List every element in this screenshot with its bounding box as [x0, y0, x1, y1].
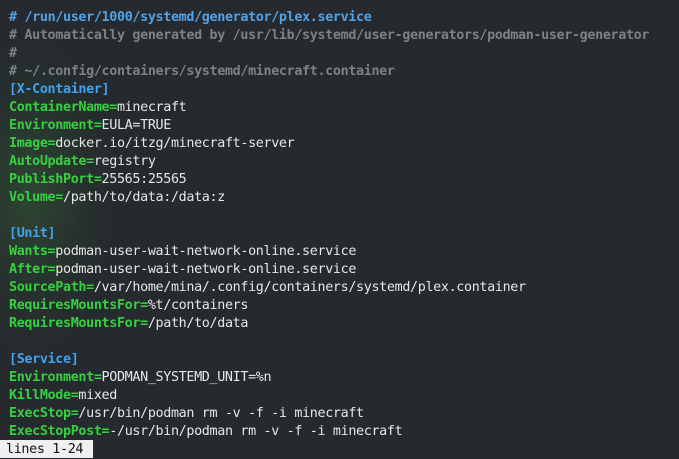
- config-value: registry: [93, 154, 156, 169]
- config-key: ContainerName=: [9, 100, 117, 115]
- config-key: Environment=: [9, 118, 102, 133]
- pager-status-bar: lines 1-24: [0, 440, 94, 458]
- config-value: podman-user-wait-network-online.service: [55, 262, 357, 277]
- config-key: Environment=: [9, 370, 102, 385]
- config-key: Image=: [9, 136, 56, 151]
- comment-line: # ~/.config/containers/systemd/minecraft…: [9, 64, 395, 79]
- config-key: Volume=: [9, 190, 63, 205]
- config-value: PODMAN_SYSTEMD_UNIT=%n: [101, 370, 272, 385]
- config-key: SourcePath=: [9, 280, 94, 295]
- config-value: /usr/bin/podman rm -v -f -i minecraft: [78, 406, 364, 421]
- config-key: PublishPort=: [9, 172, 102, 187]
- config-key: After=: [9, 262, 56, 277]
- config-key: ExecStop=: [9, 406, 79, 421]
- file-path-line: # /run/user/1000/systemd/generator/plex.…: [9, 9, 679, 27]
- file-path: /run/user/1000/systemd/generator/plex.se…: [24, 10, 372, 25]
- config-entry: Environment=PODMAN_SYSTEMD_UNIT=%n: [9, 369, 679, 387]
- section-header-x-container: [X-Container]: [9, 82, 110, 97]
- config-value: EULA=TRUE: [101, 118, 172, 133]
- config-value: 25565:25565: [101, 172, 187, 187]
- config-value: docker.io/itzg/minecraft-server: [55, 136, 295, 151]
- config-entry: ExecStopPost=-/usr/bin/podman rm -v -f -…: [9, 423, 679, 441]
- config-value: podman-user-wait-network-online.service: [55, 244, 357, 259]
- config-key: RequiresMountsFor=: [9, 316, 148, 331]
- config-entry: RequiresMountsFor=/path/to/data: [9, 315, 679, 333]
- comment-line: #: [9, 46, 17, 61]
- config-entry: After=podman-user-wait-network-online.se…: [9, 261, 679, 279]
- config-entry: SourcePath=/var/home/mina/.config/contai…: [9, 279, 679, 297]
- config-entry: PublishPort=25565:25565: [9, 171, 679, 189]
- text-cursor: [84, 440, 93, 456]
- config-value: mixed: [78, 388, 117, 403]
- config-key: ExecStopPost=: [9, 424, 110, 439]
- config-key: AutoUpdate=: [9, 154, 94, 169]
- config-entry: AutoUpdate=registry: [9, 153, 679, 171]
- config-entry: KillMode=mixed: [9, 387, 679, 405]
- config-value: /path/to/data: [147, 316, 249, 331]
- config-entry: Wants=podman-user-wait-network-online.se…: [9, 243, 679, 261]
- config-entry: Volume=/path/to/data:/data:z: [9, 189, 679, 207]
- config-value: -/usr/bin/podman rm -v -f -i minecraft: [109, 424, 403, 439]
- config-entry: ExecStop=/usr/bin/podman rm -v -f -i min…: [9, 405, 679, 423]
- path-hash: #: [9, 10, 17, 25]
- config-entry: Environment=EULA=TRUE: [9, 117, 679, 135]
- config-value: /path/to/data:/data:z: [62, 190, 225, 205]
- config-key: Wants=: [9, 244, 56, 259]
- config-entry: RequiresMountsFor=%t/containers: [9, 297, 679, 315]
- config-value: minecraft: [116, 100, 187, 115]
- section-header-unit: [Unit]: [9, 226, 56, 241]
- pager-status-text: lines 1-24: [6, 442, 84, 457]
- section-header-service: [Service]: [9, 352, 79, 367]
- config-value: /var/home/mina/.config/containers/system…: [93, 280, 526, 295]
- config-entry: ContainerName=minecraft: [9, 99, 679, 117]
- terminal-window[interactable]: # /run/user/1000/systemd/generator/plex.…: [0, 0, 679, 459]
- config-entry: Image=docker.io/itzg/minecraft-server: [9, 135, 679, 153]
- config-key: RequiresMountsFor=: [9, 298, 148, 313]
- config-value: %t/containers: [147, 298, 249, 313]
- comment-line: # Automatically generated by /usr/lib/sy…: [9, 28, 650, 43]
- file-content: # /run/user/1000/systemd/generator/plex.…: [9, 9, 679, 441]
- config-key: KillMode=: [9, 388, 79, 403]
